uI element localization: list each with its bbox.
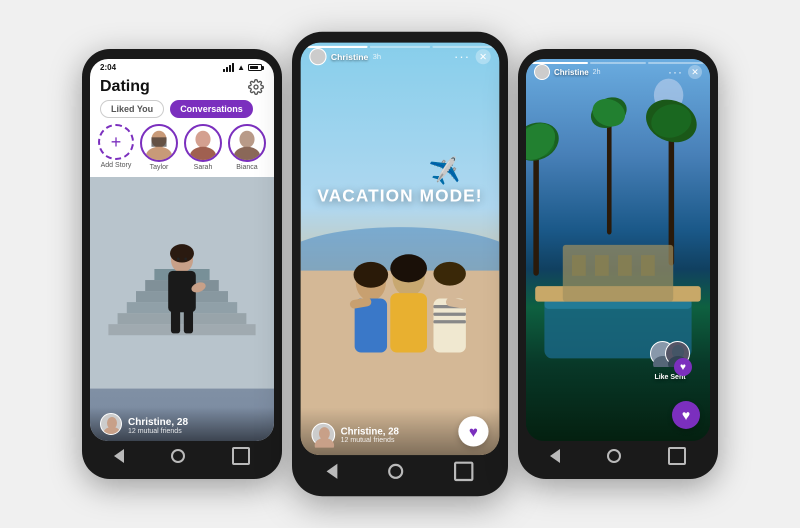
gear-icon[interactable] [248,79,264,95]
home-nav-1[interactable] [171,449,185,463]
story-more-icon-3[interactable]: ··· [668,65,683,79]
story-more-icon[interactable]: ··· [454,49,470,64]
heart-icon-3: ♥ [682,407,690,423]
back-nav-3[interactable] [550,449,560,463]
phone-3-wrapper: Christine 2h ··· ✕ [518,49,718,479]
add-story-item[interactable]: + Add Story [98,124,134,171]
story-top-bar-3: Christine 2h ··· ✕ [526,59,710,83]
phone-2-screen: VACATION MODE! ✈️ Christine 3h [301,43,500,456]
story-bianca[interactable]: Bianca [228,124,266,171]
add-story-label: Add Story [101,162,132,169]
card-person-info: Christine, 28 12 mutual friends [128,417,264,435]
card-mutual-friends: 12 mutual friends [128,428,264,435]
like-sent-avatars: ♥ [650,341,690,371]
story-card-name-2: Christine, 28 [341,425,399,436]
tab-row: Liked You Conversations [90,100,274,124]
heart-button-3[interactable]: ♥ [672,401,700,429]
story-close-button[interactable]: ✕ [476,49,491,64]
taylor-label: Taylor [150,164,169,171]
status-icons-1: ▲ [223,63,264,72]
phone-2-wrapper: VACATION MODE! ✈️ Christine 3h [292,32,508,496]
heart-sent-area: ♥ [672,401,700,429]
recent-nav-2[interactable] [454,462,473,481]
story-time-3: 2h [593,69,601,76]
home-nav-3[interactable] [607,449,621,463]
add-story-button[interactable]: + [98,124,134,160]
phone-1-wrapper: 2:04 ▲ [82,49,282,479]
signal-bars [223,63,234,72]
story-person-avatar-2 [311,423,335,447]
story-actions-2: ··· ✕ [454,49,491,64]
vacation-text: VACATION MODE! [317,187,482,206]
back-nav-1[interactable] [114,449,124,463]
card-info-overlay: Christine, 28 12 mutual friends [90,407,274,441]
story-user-info-3: Christine 2h [534,64,600,80]
phone-1-nav [90,441,274,469]
story-screen-1: VACATION MODE! ✈️ Christine 3h [301,43,500,456]
liked-you-tab[interactable]: Liked You [100,100,164,118]
heart-icon-2: ♥ [469,423,478,440]
story-user-avatar-3 [534,64,550,80]
story-person-info-2: Christine, 28 12 mutual friends [311,423,399,447]
beach-background: VACATION MODE! ✈️ [301,43,500,456]
story-username-3: Christine [554,68,589,77]
home-nav-2[interactable] [388,464,403,479]
battery-icon [248,64,264,71]
phone-2-nav [301,455,500,485]
story-mutual-2: 12 mutual friends [341,436,399,444]
dating-title: Dating [100,78,150,96]
card-profile-avatar [100,413,122,435]
story-taylor[interactable]: Taylor [140,124,178,171]
story-sarah[interactable]: Sarah [184,124,222,171]
conversations-tab[interactable]: Conversations [170,100,253,118]
story-user-avatar-2 [309,48,326,65]
back-nav-2[interactable] [326,464,337,479]
story-screen-2: Christine 2h ··· ✕ [526,59,710,441]
card-person-name: Christine, 28 [128,417,264,428]
phone-1-screen: 2:04 ▲ [90,59,274,441]
story-user-info-2: Christine 3h [309,48,381,65]
phone-2: VACATION MODE! ✈️ Christine 3h [292,32,508,496]
phone-3: Christine 2h ··· ✕ [518,49,718,479]
recent-nav-3[interactable] [668,447,686,465]
stories-row: + Add Story Taylor [90,124,274,177]
bianca-label: Bianca [236,164,257,171]
story-bottom-2: Christine, 28 12 mutual friends ♥ [301,408,500,456]
like-sent-heart-icon: ♥ [674,358,692,376]
resort-background [526,59,710,441]
main-profile-card[interactable]: Christine, 28 12 mutual friends [90,177,274,441]
recent-nav-1[interactable] [232,447,250,465]
wifi-icon: ▲ [237,63,245,72]
sarah-label: Sarah [194,164,213,171]
story-close-button-3[interactable]: ✕ [688,65,702,79]
story-top-bar-2: Christine 3h ··· ✕ [301,43,500,69]
heart-button-2[interactable]: ♥ [458,416,488,446]
story-actions-3: ··· ✕ [668,65,702,79]
like-sent-overlay: ♥ Like Sent [650,341,690,381]
story-username-2: Christine [331,52,368,62]
phone-3-screen: Christine 2h ··· ✕ [526,59,710,441]
plane-emoji: ✈️ [428,156,462,189]
story-person-text-2: Christine, 28 12 mutual friends [341,425,399,443]
story-time-2: 3h [373,53,381,61]
status-time-1: 2:04 [100,63,116,72]
phone-3-nav [526,441,710,469]
phone-1: 2:04 ▲ [82,49,282,479]
dating-header: Dating [90,74,274,100]
status-bar-1: 2:04 ▲ [90,59,274,74]
